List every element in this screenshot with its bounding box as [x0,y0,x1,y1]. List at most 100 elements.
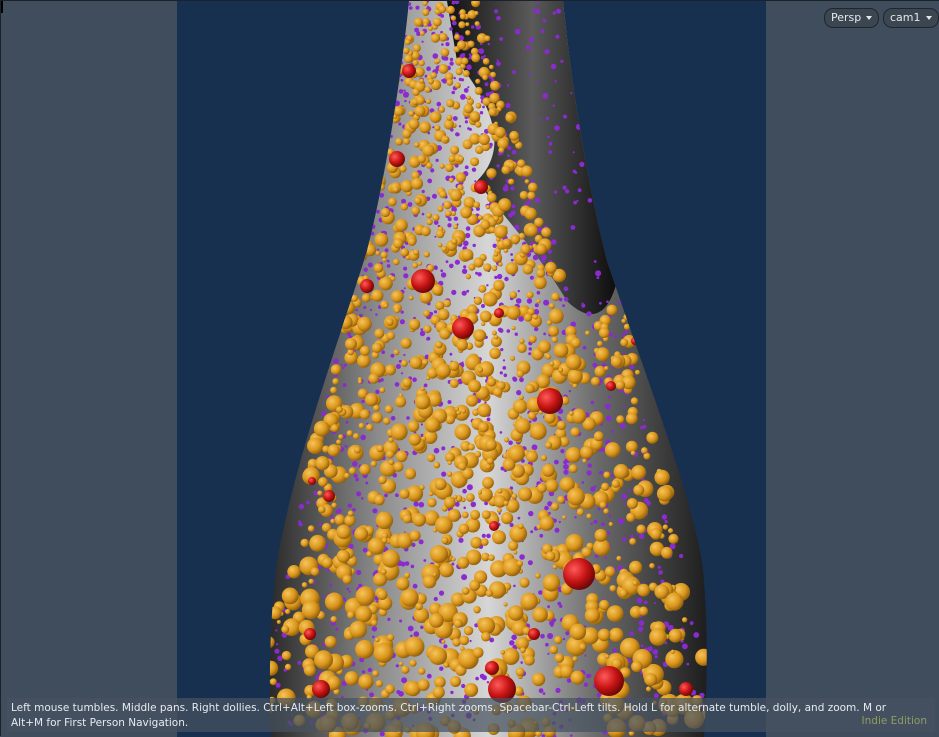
orange-sphere [412,88,420,96]
purple-sphere [570,92,573,95]
purple-sphere [386,259,390,263]
orange-sphere [400,203,409,211]
orange-sphere [662,524,669,530]
purple-sphere [510,258,514,262]
purple-sphere [604,556,607,559]
orange-sphere [594,365,606,377]
purple-sphere [555,687,561,694]
orange-sphere [284,663,292,671]
orange-sphere [516,370,524,378]
purple-sphere [647,646,653,652]
orange-sphere [380,207,391,218]
orange-sphere [417,261,423,266]
purple-sphere [494,9,499,14]
purple-sphere [547,652,550,655]
orange-sphere [423,22,428,27]
purple-sphere [562,637,566,641]
orange-sphere [414,393,431,410]
purple-sphere [587,198,593,203]
orange-sphere [375,250,381,256]
purple-sphere [451,289,457,295]
orange-sphere [449,360,460,372]
orange-sphere [473,257,484,268]
purple-sphere [636,597,643,604]
orange-sphere [446,99,455,108]
purple-sphere [403,287,406,290]
purple-sphere [621,333,626,338]
purple-sphere [538,590,543,595]
orange-sphere [349,620,367,639]
camera-frame[interactable] [177,1,766,737]
purple-sphere [554,618,557,621]
orange-sphere [604,566,616,577]
orange-sphere [359,464,371,476]
orange-sphere [646,431,659,444]
purple-sphere [534,326,539,332]
navigation-hint-text: Left mouse tumbles. Middle pans. Right d… [11,702,887,729]
orange-sphere [480,219,491,230]
orange-sphere [519,395,524,400]
orange-sphere [551,292,560,302]
purple-sphere [531,444,538,451]
purple-sphere [581,120,587,125]
projection-menu-button[interactable]: Persp [824,8,880,28]
purple-sphere [554,125,560,131]
orange-sphere [382,257,387,263]
orange-sphere [585,330,590,336]
orange-sphere [455,68,463,76]
orange-sphere [384,405,393,414]
purple-sphere [547,135,550,139]
purple-sphere [412,377,417,383]
purple-sphere [636,532,639,536]
orange-sphere [408,118,420,130]
orange-sphere [435,341,443,349]
orange-sphere [301,600,321,620]
purple-sphere [440,272,447,278]
orange-sphere [432,17,442,27]
purple-sphere [347,503,352,508]
orange-sphere [501,512,514,525]
orange-sphere [449,378,459,388]
orange-sphere [427,78,434,85]
purple-sphere [421,40,424,43]
purple-sphere [545,642,549,647]
purple-sphere [547,633,554,639]
orange-sphere [616,555,622,561]
orange-sphere [520,647,526,653]
purple-sphere [554,459,559,465]
purple-sphere [599,301,602,305]
orange-sphere [388,437,394,443]
purple-sphere [432,53,439,59]
orange-sphere [550,502,560,511]
purple-sphere [432,126,435,129]
orange-sphere [419,121,431,134]
orange-sphere [385,684,395,694]
orange-sphere [330,518,336,524]
orange-sphere [549,361,555,367]
purple-sphere [387,617,391,622]
scene-viewport[interactable]: Persp cam1 Left mouse tumbles. Middle pa… [0,0,939,737]
orange-sphere [344,472,350,479]
purple-sphere [689,621,694,625]
purple-sphere [426,66,431,71]
purple-sphere [380,147,386,153]
orange-sphere [597,628,611,642]
orange-sphere [474,86,483,95]
purple-sphere [593,519,598,524]
purple-sphere [568,390,571,393]
orange-sphere [485,439,497,451]
red-sphere [308,477,316,485]
orange-sphere [285,608,291,615]
orange-sphere [471,53,481,63]
purple-sphere [449,27,453,31]
purple-sphere [587,463,593,468]
orange-sphere [593,431,604,442]
orange-sphere [616,415,625,424]
orange-sphere [309,534,326,552]
purple-sphere [375,389,380,394]
camera-menu-button[interactable]: cam1 [883,8,939,28]
orange-sphere [357,379,363,384]
purple-sphere [538,117,541,120]
orange-sphere [490,71,497,78]
purple-sphere [558,520,561,524]
